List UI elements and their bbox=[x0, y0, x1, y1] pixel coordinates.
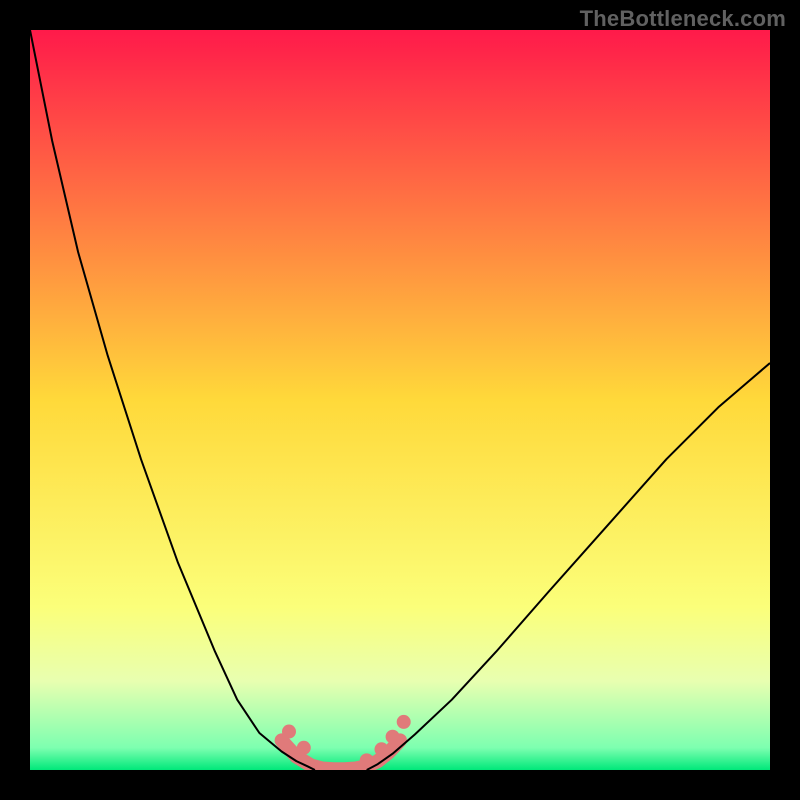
chart-frame: TheBottleneck.com bbox=[0, 0, 800, 800]
chart-background bbox=[30, 30, 770, 770]
point-valley-dots-3 bbox=[375, 742, 389, 756]
point-valley-dots-5 bbox=[397, 715, 411, 729]
chart-plot-area bbox=[30, 30, 770, 770]
chart-svg bbox=[30, 30, 770, 770]
watermark-text: TheBottleneck.com bbox=[580, 6, 786, 32]
point-valley-dots-2 bbox=[360, 753, 374, 767]
point-valley-dots-4 bbox=[386, 730, 400, 744]
point-valley-dots-0 bbox=[282, 725, 296, 739]
point-valley-dots-1 bbox=[297, 741, 311, 755]
